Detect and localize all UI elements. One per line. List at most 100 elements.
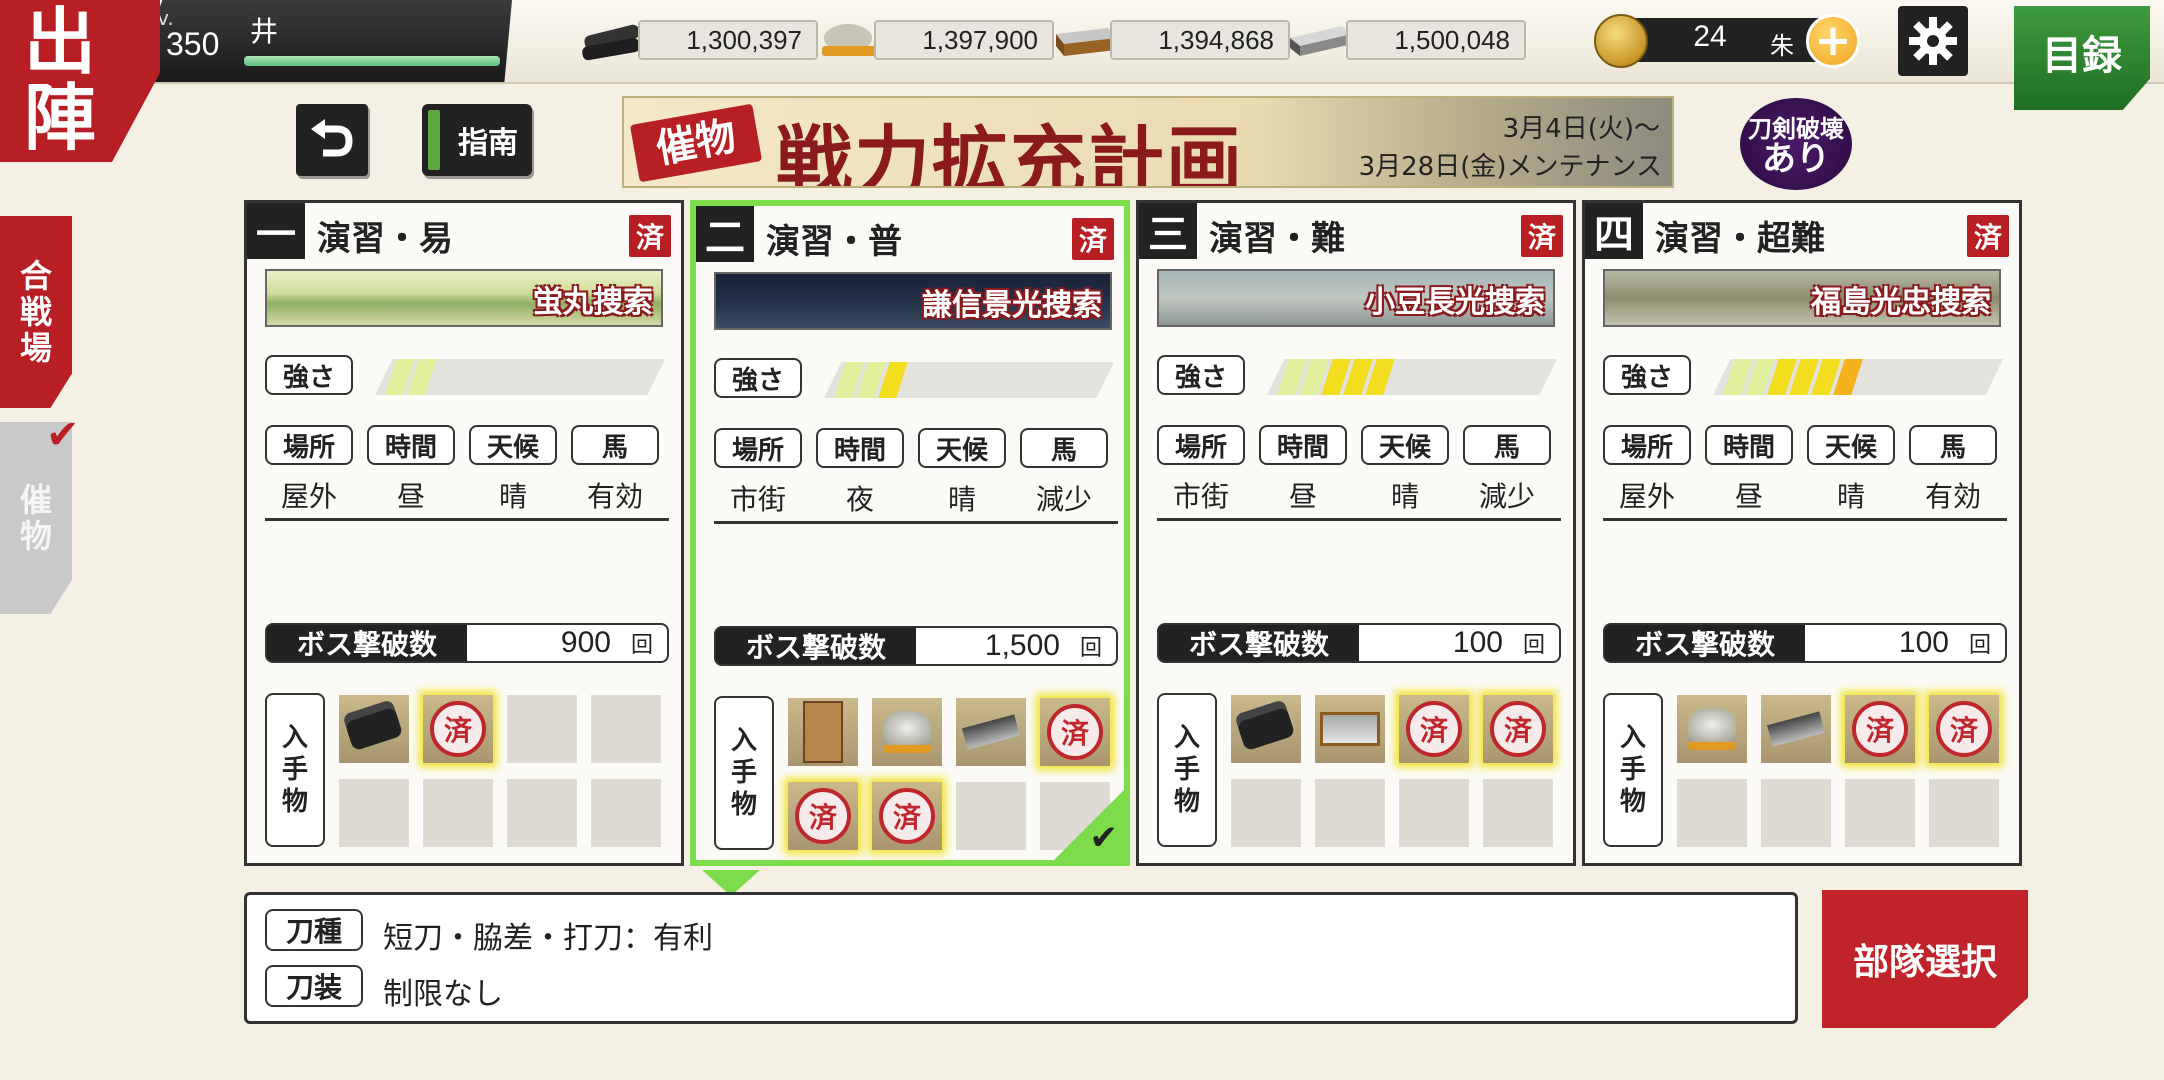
sword-break-badge: 刀剣破壊 あり — [1740, 98, 1852, 190]
drops-char: 手 — [1173, 755, 1200, 785]
event-banner[interactable]: 催物 戦力拡充計画 3月4日(火)〜 3月28日(金)メンテナンス — [622, 96, 1674, 188]
resource-value: 1,300,397 — [638, 20, 818, 60]
condition-weather-value: 晴 — [498, 480, 527, 513]
drop-slot — [1399, 779, 1469, 847]
drop-item: 済 — [1929, 695, 1999, 763]
select-formation-button[interactable]: 部隊選択 — [1822, 890, 2028, 1028]
boss-kill-label: ボス撃破数 — [1188, 628, 1329, 661]
drop-slot — [1761, 779, 1831, 847]
strength-bar — [1267, 359, 1557, 395]
tag-icon — [788, 698, 858, 766]
drop-item: 済 — [1483, 695, 1553, 763]
stage-map-thumbnail: 蛍丸捜索 — [265, 269, 663, 327]
boss-kill-value: 1,500 — [984, 629, 1060, 662]
stage-number: 三 — [1139, 203, 1197, 259]
boss-kill-value-box: 1,500 回 — [916, 628, 1116, 664]
stage-header: 三 演習・難 済 — [1139, 203, 1573, 259]
sword-type-value: 短刀・脇差・打刀：有利 — [383, 921, 713, 956]
tab-battlefield[interactable]: 合戦場 — [0, 216, 72, 408]
stage-number: 一 — [247, 203, 305, 259]
guide-button[interactable]: 指南 — [422, 104, 532, 176]
banner-date-end: 3月28日(金)メンテナンス — [1358, 152, 1662, 182]
boss-kill-value-box: 100 回 — [1805, 625, 2005, 661]
strength-bar — [824, 362, 1114, 398]
sword-type-label: 刀種 — [265, 909, 363, 951]
tab-char: 合 — [19, 257, 52, 295]
catalog-button[interactable]: 目録 — [2014, 6, 2150, 110]
condition-horse-value: 減少 — [1478, 480, 1535, 513]
drop-slot: 済 — [423, 695, 493, 763]
back-button[interactable] — [296, 104, 368, 176]
strength-label: 強さ — [265, 355, 353, 395]
drops-char: 物 — [1619, 787, 1646, 817]
add-currency-button[interactable]: + — [1806, 14, 1860, 68]
tab-char: 物 — [19, 517, 52, 555]
drops-char: 手 — [281, 755, 308, 785]
condition-time-value: 昼 — [1288, 480, 1317, 513]
currency-unit: 朱 — [1770, 32, 1794, 60]
stage-map-name: 小豆長光捜索 — [1365, 285, 1545, 320]
resource-value: 1,500,048 — [1346, 20, 1526, 60]
strength-bar — [375, 359, 665, 395]
whetstone-icon — [956, 698, 1026, 766]
stage-title: 演習・易 — [317, 219, 453, 259]
whetstone-icon — [1761, 695, 1831, 763]
experience-bar — [244, 56, 500, 66]
stage-panel-3[interactable]: 三 演習・難 済 小豆長光捜索 強さ 場所 市街 時間昼 天候晴 馬減少 ボス撃破数 10… — [1136, 200, 1576, 866]
stage-conditions: 場所 屋外 時間昼 天候晴 馬有効 — [1603, 425, 2007, 521]
boss-kill-value: 100 — [1898, 626, 1949, 659]
sortie-char: 陣 — [23, 75, 96, 160]
drops-char: 手 — [730, 758, 757, 788]
stage-title: 演習・難 — [1209, 219, 1345, 259]
drop-slot — [1231, 779, 1301, 847]
boss-kill-unit: 回 — [630, 633, 653, 658]
drops-char: 物 — [281, 787, 308, 817]
boss-kill-value: 100 — [1452, 626, 1503, 659]
tab-char: 催 — [19, 481, 52, 519]
cleared-badge: 済 — [629, 215, 671, 257]
tab-event-label: 催物 — [20, 482, 52, 554]
stage-panel-1[interactable]: 一 演習・易 済 蛍丸捜索 強さ 場所 屋外 時間昼 天候晴 馬有効 ボス撃破数 900 … — [244, 200, 684, 866]
tab-char: 場 — [19, 329, 52, 367]
condition-weather-value: 晴 — [947, 483, 976, 516]
condition-horse-value: 減少 — [1035, 483, 1092, 516]
settings-button[interactable] — [1898, 6, 1968, 76]
drop-item: 済 — [788, 782, 858, 850]
boss-kill-label: ボス撃破数 — [745, 631, 886, 664]
strength-bar — [1713, 359, 2003, 395]
drops-char: 物 — [1173, 787, 1200, 817]
equipment-label: 刀装 — [265, 965, 363, 1007]
boss-kill-label: ボス撃破数 — [296, 628, 437, 661]
condition-time-label: 時間 — [1705, 425, 1793, 465]
drops-char: 入 — [1619, 723, 1646, 753]
boss-kill-count: ボス撃破数 1,500 回 — [714, 626, 1118, 666]
drop-slot — [1677, 779, 1747, 847]
drops-label: 入手物 — [1603, 693, 1663, 847]
drop-slot: 済 — [1040, 698, 1110, 766]
drop-slot — [423, 779, 493, 847]
drop-slot — [872, 698, 942, 766]
drop-slot — [1677, 695, 1747, 763]
charcoal-icon — [339, 695, 409, 763]
drop-slot: 済 — [788, 782, 858, 850]
stage-map-name: 福島光忠捜索 — [1811, 285, 1991, 320]
stage-conditions: 場所 市街 時間昼 天候晴 馬減少 — [1157, 425, 1561, 521]
stage-info-box: 刀種 短刀・脇差・打刀：有利 刀装 制限なし — [244, 892, 1798, 1024]
cleared-badge: 済 — [1521, 215, 1563, 257]
obtained-stamp-icon: 済 — [879, 788, 935, 844]
stage-number: 四 — [1585, 203, 1643, 259]
resource-value: 1,397,900 — [874, 20, 1054, 60]
stage-panel-4[interactable]: 四 演習・超難 済 福島光忠捜索 強さ 場所 屋外 時間昼 天候晴 馬有効 ボス撃破数 1… — [1582, 200, 2022, 866]
drops-char: 手 — [1619, 755, 1646, 785]
resource-charcoal: 1,300,397 — [578, 18, 818, 62]
drop-slot — [339, 779, 409, 847]
drop-slot: 済 — [1483, 695, 1553, 763]
boss-kill-unit: 回 — [1079, 636, 1102, 661]
condition-location-label: 場所 — [1157, 425, 1245, 465]
drop-slot: 済 — [1845, 695, 1915, 763]
stage-panel-2[interactable]: 二 演習・普 済 謙信景光捜索 強さ 場所 市街 時間夜 天候晴 馬減少 ボス撃破数 1,… — [690, 200, 1130, 866]
strength-label: 強さ — [1603, 355, 1691, 395]
strength-label: 強さ — [714, 358, 802, 398]
tama-icon — [872, 698, 942, 766]
condition-location-value: 市街 — [729, 483, 786, 516]
